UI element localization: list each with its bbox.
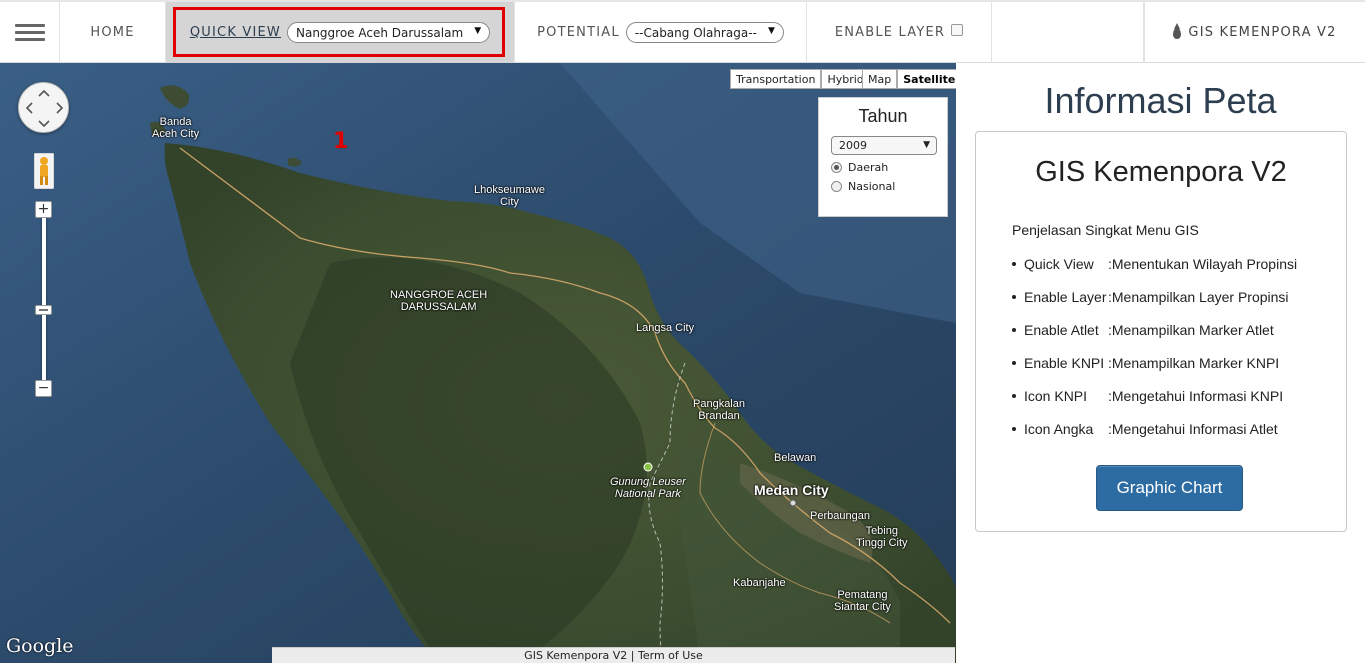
nav-spacer [992, 2, 1144, 63]
menu-desc: :Menampilkan Marker KNPI [1108, 355, 1280, 371]
bullet-icon [1012, 394, 1016, 398]
map-canvas[interactable]: Banda Aceh City Lhokseumawe City NANGGRO… [0, 63, 956, 663]
radio-daerah-label: Daerah [848, 161, 889, 174]
enable-layer-checkbox[interactable] [951, 23, 964, 36]
info-card: GIS Kemenpora V2 Penjelasan Singkat Menu… [975, 131, 1347, 532]
year-filter-panel: Tahun 2009 ▼ Daerah Nasional [818, 97, 948, 217]
potential-select-value: --Cabang Olahraga-- [634, 25, 757, 40]
year-select[interactable]: 2009 ▼ [831, 136, 937, 155]
nav-potential: POTENTIAL --Cabang Olahraga-- ▼ [515, 2, 807, 63]
brand-label: GIS KEMENPORA V2 [1188, 25, 1337, 40]
map-footer: GIS Kemenpora V2 | Term of Use [272, 647, 955, 663]
map-type-transportation[interactable]: Transportation [730, 69, 822, 89]
nav-quick-view[interactable]: QUICK VIEW Nanggroe Aceh Darussalam ▼ [166, 2, 515, 63]
map-label-pangkalan: Pangkalan Brandan [693, 398, 745, 422]
zoom-in-button[interactable]: + [35, 201, 52, 218]
map-label-leuser: Gunung Leuser National Park [610, 476, 686, 500]
bullet-icon [1012, 328, 1016, 332]
menu-desc: :Menampilkan Marker Atlet [1108, 322, 1274, 338]
caret-down-icon: ▼ [474, 26, 482, 36]
map-label-perbaungan: Perbaungan [810, 510, 870, 522]
menu-desc: :Mengetahui Informasi Atlet [1108, 421, 1278, 437]
water-drop-icon [1173, 23, 1182, 39]
map-label-lhokseumawe: Lhokseumawe City [474, 184, 545, 208]
menu-desc: :Menentukan Wilayah Propinsi [1108, 256, 1298, 272]
enable-layer-label: ENABLE LAYER [834, 25, 946, 40]
menu-desc: :Menampilkan Layer Propinsi [1108, 289, 1289, 305]
year-select-value: 2009 [839, 139, 867, 152]
menu-name: Enable Layer [1024, 289, 1107, 305]
top-navbar: HOME QUICK VIEW Nanggroe Aceh Darussalam… [0, 0, 1365, 63]
google-logo: Google [6, 635, 74, 657]
potential-select[interactable]: --Cabang Olahraga-- ▼ [625, 22, 784, 43]
caret-down-icon: ▼ [923, 140, 930, 150]
map-type-map[interactable]: Map [862, 69, 898, 89]
menu-name: Icon Angka [1024, 421, 1094, 437]
bullet-icon [1012, 427, 1016, 431]
map-type-group-2: Map Satellite [862, 69, 956, 89]
map-label-region: NANGGROE ACEH DARUSSALAM [390, 289, 488, 313]
bullet-icon [1012, 361, 1016, 365]
radio-daerah-row[interactable]: Daerah [831, 161, 937, 174]
radio-nasional-label: Nasional [848, 180, 896, 193]
map-label-medan: Medan City [754, 482, 829, 498]
zoom-slider-handle[interactable] [35, 305, 52, 315]
radio-nasional[interactable] [831, 181, 842, 192]
quick-view-select[interactable]: Nanggroe Aceh Darussalam ▼ [286, 22, 491, 43]
radio-daerah[interactable] [831, 162, 842, 173]
menu-name: Quick View [1024, 256, 1094, 272]
hamburger-menu-icon[interactable] [0, 2, 60, 63]
potential-label: POTENTIAL [537, 25, 620, 40]
pan-arrows-icon [25, 89, 64, 128]
caret-down-icon: ▼ [767, 26, 775, 36]
map-label-kabanjahe: Kabanjahe [733, 577, 786, 589]
map-label-langsa: Langsa City [636, 322, 695, 334]
nav-enable-layer: ENABLE LAYER [807, 2, 992, 63]
info-card-title: GIS Kemenpora V2 [1035, 156, 1287, 188]
map-label-belawan: Belawan [774, 452, 817, 464]
info-panel-title: Informasi Peta [1044, 80, 1277, 121]
brand[interactable]: GIS KEMENPORA V2 [1144, 2, 1365, 63]
menu-name: Enable KNPI [1024, 355, 1105, 371]
satellite-imagery [0, 63, 956, 663]
menu-name: Enable Atlet [1024, 322, 1099, 338]
map-type-group-1: Transportation Hybrid [730, 69, 870, 89]
radio-nasional-row[interactable]: Nasional [831, 180, 937, 193]
map-label-pematang: Pematang Siantar City [834, 589, 891, 613]
menu-name: Icon KNPI [1024, 388, 1088, 404]
menu-desc: :Mengetahui Informasi KNPI [1108, 388, 1284, 404]
bullet-icon [1012, 262, 1016, 266]
zoom-out-button[interactable]: − [35, 380, 52, 397]
map-label-tebing: Tebing Tinggi City [856, 525, 908, 549]
quick-view-select-value: Nanggroe Aceh Darussalam [295, 25, 464, 40]
info-card-subtitle: Penjelasan Singkat Menu GIS [1012, 222, 1199, 238]
map-label-banda-aceh: Banda Aceh City [152, 116, 200, 140]
nav-home[interactable]: HOME [60, 2, 166, 63]
street-view-pegman-icon[interactable] [34, 153, 54, 189]
annotation-number: 1 [333, 129, 349, 154]
bullet-icon [1012, 295, 1016, 299]
quick-view-label[interactable]: QUICK VIEW [190, 25, 281, 40]
map-type-satellite[interactable]: Satellite [897, 69, 956, 89]
year-filter-title: Tahun [858, 106, 908, 126]
pan-control[interactable] [18, 82, 69, 133]
graphic-chart-button[interactable]: Graphic Chart [1096, 465, 1243, 511]
